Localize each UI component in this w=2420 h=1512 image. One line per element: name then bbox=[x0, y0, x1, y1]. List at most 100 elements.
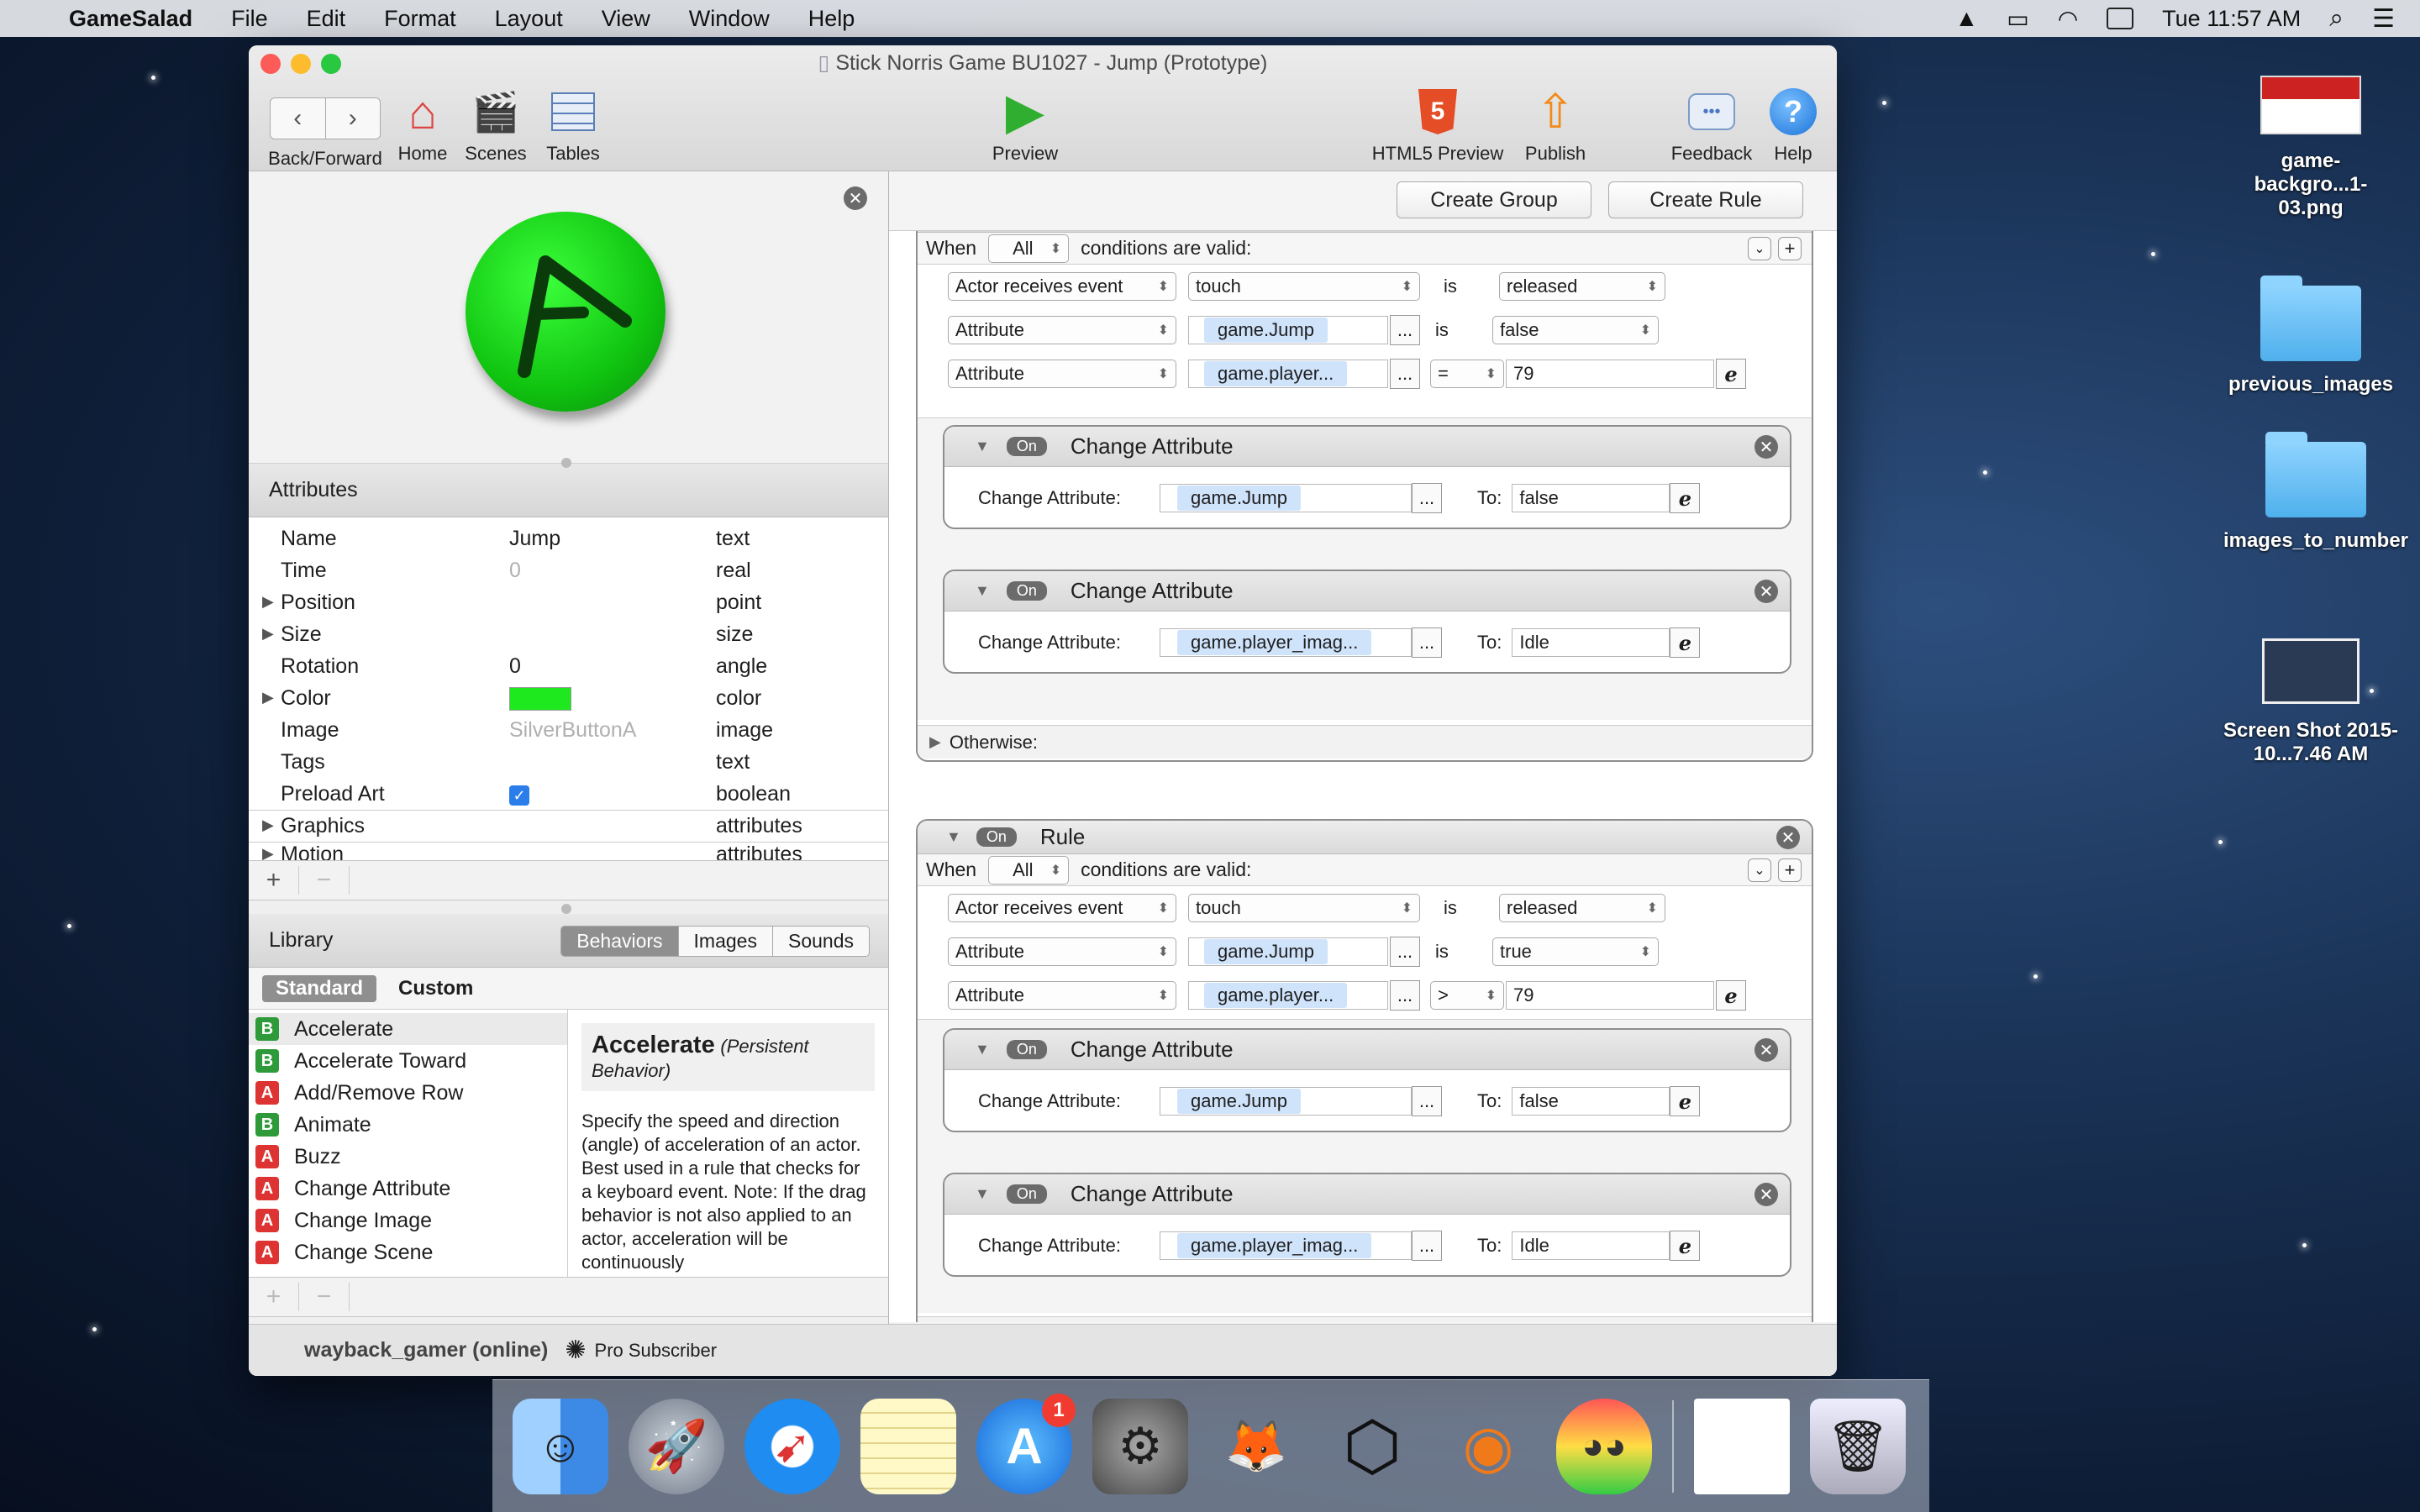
comparison-value-field[interactable]: 79 bbox=[1506, 981, 1714, 1010]
drive-icon[interactable]: ▲ bbox=[1955, 5, 1979, 32]
tab-sounds[interactable]: Sounds bbox=[771, 927, 869, 956]
expression-editor-icon[interactable]: e bbox=[1670, 1086, 1701, 1116]
menu-help[interactable]: Help bbox=[808, 6, 855, 32]
disclosure-triangle-icon[interactable]: ▶ bbox=[262, 845, 274, 860]
attribute-browse-button[interactable]: ... bbox=[1412, 483, 1442, 513]
condition-type-popup[interactable]: Attribute bbox=[948, 316, 1176, 344]
behavior-on-toggle[interactable]: On bbox=[1006, 437, 1047, 456]
desktop-file-game-background[interactable]: game-backgro...1-03.png bbox=[2210, 76, 2412, 220]
remove-behavior-icon[interactable]: ✕ bbox=[1754, 580, 1778, 603]
create-rule-button[interactable]: Create Rule bbox=[1608, 181, 1803, 218]
expression-editor-icon[interactable]: e bbox=[1670, 1231, 1701, 1261]
menu-edit[interactable]: Edit bbox=[307, 6, 346, 32]
to-value-field[interactable]: false bbox=[1512, 484, 1670, 512]
condition-type-popup[interactable]: Attribute bbox=[948, 981, 1176, 1010]
collapse-conditions-icon[interactable]: ⌄ bbox=[1748, 858, 1771, 882]
boolean-value-popup[interactable]: false bbox=[1492, 316, 1659, 344]
add-attribute-button[interactable]: + bbox=[249, 866, 299, 895]
airplay-icon[interactable]: ▭ bbox=[2007, 5, 2028, 33]
boolean-value-popup[interactable]: true bbox=[1492, 937, 1659, 966]
notification-center-icon[interactable]: ☰ bbox=[2372, 4, 2395, 34]
attr-row-tags[interactable]: Tags text bbox=[249, 746, 888, 778]
to-value-field[interactable]: Idle bbox=[1512, 1231, 1670, 1260]
gamesalad-icon[interactable]: ◕◕ bbox=[1556, 1398, 1652, 1494]
html5-preview-button[interactable]: 5 HTML5 Preview bbox=[1366, 87, 1509, 165]
behavior-item-change-attribute[interactable]: A Change Attribute bbox=[249, 1173, 567, 1205]
gimp-icon[interactable]: 🦊 bbox=[1208, 1399, 1304, 1494]
close-preview-icon[interactable]: ✕ bbox=[844, 186, 867, 210]
to-value-field[interactable]: Idle bbox=[1512, 628, 1670, 657]
app-menu[interactable]: GameSalad bbox=[69, 6, 192, 32]
expression-editor-icon[interactable]: e bbox=[1670, 483, 1701, 513]
blender-icon[interactable]: ◉ bbox=[1440, 1399, 1536, 1494]
attr-row-color[interactable]: ▶ Color color bbox=[249, 682, 888, 714]
add-behavior-button[interactable]: + bbox=[249, 1283, 299, 1311]
clock[interactable]: Tue 11:57 AM bbox=[2162, 6, 2301, 32]
rule-1[interactable]: On Rule When All conditions are valid: ⌄… bbox=[916, 231, 1813, 762]
behavior-on-toggle[interactable]: On bbox=[1006, 581, 1047, 601]
help-button[interactable]: ? Help bbox=[1761, 87, 1825, 165]
target-attribute-field[interactable]: game.player_imag... bbox=[1160, 1231, 1412, 1260]
menu-view[interactable]: View bbox=[602, 6, 650, 32]
attribute-browse-button[interactable]: ... bbox=[1412, 1086, 1442, 1116]
disclosure-triangle-icon[interactable]: ▶ bbox=[262, 816, 274, 834]
attr-row-name[interactable]: Name Jump text bbox=[249, 522, 888, 554]
collapse-triangle-icon[interactable]: ▼ bbox=[975, 582, 990, 600]
attribute-field[interactable]: game.Jump bbox=[1188, 316, 1388, 344]
otherwise-section[interactable]: ▶ Otherwise: bbox=[918, 1316, 1812, 1322]
minimized-window-thumbnail[interactable] bbox=[1694, 1398, 1790, 1494]
user-status[interactable]: wayback_gamer (online) bbox=[304, 1338, 548, 1362]
attribute-browse-button[interactable]: ... bbox=[1390, 359, 1420, 389]
tab-behaviors[interactable]: Behaviors bbox=[561, 927, 678, 956]
tab-images[interactable]: Images bbox=[677, 927, 772, 956]
event-popup[interactable]: touch bbox=[1188, 272, 1420, 301]
preload-art-checkbox[interactable]: ✓ bbox=[509, 785, 529, 806]
attr-row-rotation[interactable]: Rotation 0 angle bbox=[249, 650, 888, 682]
behavior-on-toggle[interactable]: On bbox=[1006, 1184, 1047, 1204]
comparison-value-field[interactable]: 79 bbox=[1506, 360, 1714, 388]
disclosure-triangle-icon[interactable]: ▶ bbox=[262, 689, 274, 706]
attribute-browse-button[interactable]: ... bbox=[1412, 1231, 1442, 1261]
disclosure-triangle-icon[interactable]: ▶ bbox=[262, 625, 274, 643]
menu-format[interactable]: Format bbox=[384, 6, 456, 32]
color-well[interactable] bbox=[509, 686, 571, 711]
collapse-triangle-icon[interactable]: ▼ bbox=[975, 1041, 990, 1058]
trash-icon[interactable]: 🗑 bbox=[1810, 1398, 1906, 1494]
remove-attribute-button[interactable]: − bbox=[299, 866, 350, 895]
notes-icon[interactable] bbox=[860, 1398, 956, 1494]
battery-icon[interactable] bbox=[2107, 8, 2134, 29]
all-any-popup[interactable]: All bbox=[988, 234, 1070, 263]
change-attribute-behavior[interactable]: ▼ On Change Attribute ✕ Change Attribute… bbox=[943, 1028, 1791, 1132]
behavior-item-buzz[interactable]: A Buzz bbox=[249, 1141, 567, 1173]
remove-rule-icon[interactable]: ✕ bbox=[1776, 826, 1800, 849]
back-arrow-icon[interactable]: ‹ bbox=[271, 98, 325, 139]
collapse-conditions-icon[interactable]: ⌄ bbox=[1748, 236, 1771, 260]
behavior-item-change-scene[interactable]: A Change Scene bbox=[249, 1236, 567, 1268]
attr-row-size[interactable]: ▶ Size size bbox=[249, 618, 888, 650]
forward-arrow-icon[interactable]: › bbox=[324, 98, 381, 139]
behavior-item-accelerate-toward[interactable]: B Accelerate Toward bbox=[249, 1045, 567, 1077]
create-group-button[interactable]: Create Group bbox=[1397, 181, 1591, 218]
event-state-popup[interactable]: released bbox=[1499, 272, 1665, 301]
remove-behavior-icon[interactable]: ✕ bbox=[1754, 1183, 1778, 1206]
behavior-item-change-image[interactable]: A Change Image bbox=[249, 1205, 567, 1236]
otherwise-section[interactable]: ▶ Otherwise: bbox=[918, 725, 1812, 759]
disclosure-triangle-icon[interactable]: ▶ bbox=[929, 733, 941, 751]
back-forward-control[interactable]: ‹ › bbox=[270, 97, 381, 139]
scenes-button[interactable]: 🎬 Scenes bbox=[460, 87, 531, 165]
condition-type-popup[interactable]: Actor receives event bbox=[948, 272, 1176, 301]
change-attribute-behavior[interactable]: ▼ On Change Attribute ✕ Change Attribute… bbox=[943, 425, 1791, 529]
unity-icon[interactable]: ⬡ bbox=[1324, 1399, 1420, 1494]
rule-on-toggle[interactable]: On bbox=[976, 827, 1017, 847]
collapse-triangle-icon[interactable]: ▼ bbox=[975, 438, 990, 455]
add-condition-icon[interactable]: + bbox=[1778, 236, 1802, 260]
publish-button[interactable]: ⇧ Publish bbox=[1518, 85, 1593, 165]
attr-row-position[interactable]: ▶ Position point bbox=[249, 586, 888, 618]
tables-button[interactable]: Tables bbox=[538, 87, 608, 165]
subtab-custom[interactable]: Custom bbox=[385, 975, 487, 1002]
attribute-field[interactable]: game.Jump bbox=[1188, 937, 1388, 966]
attribute-browse-button[interactable]: ... bbox=[1390, 937, 1420, 967]
comparison-operator-popup[interactable]: > bbox=[1430, 981, 1504, 1010]
subtab-standard[interactable]: Standard bbox=[262, 974, 377, 1002]
attr-row-image[interactable]: Image SilverButtonA image bbox=[249, 714, 888, 746]
